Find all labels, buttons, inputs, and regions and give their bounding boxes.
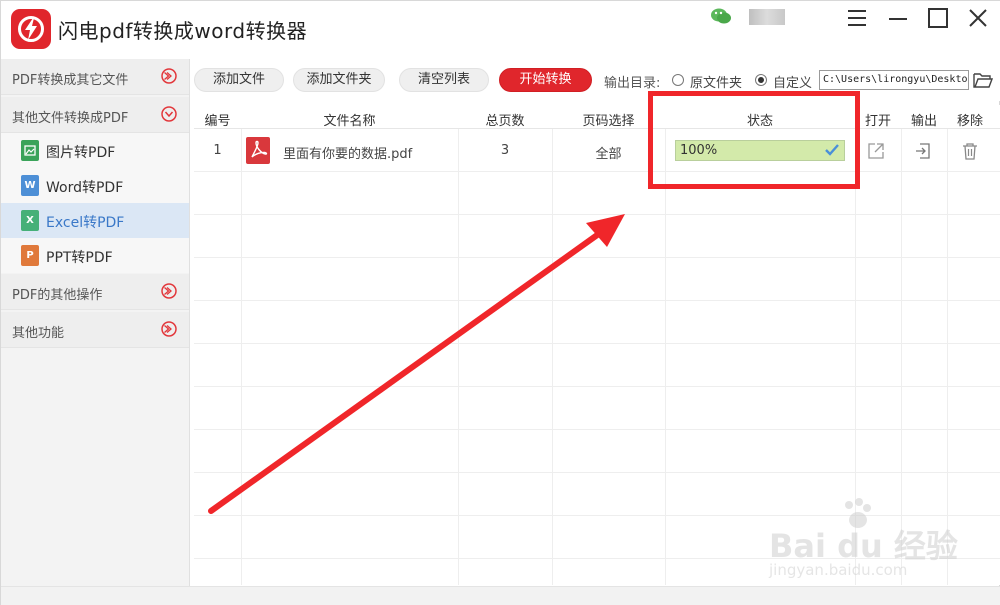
app-window: 闪电pdf转换成word转换器 PDF转换成其它文件 其他文件转换成PDF 图片… [0,0,1000,605]
watermark-url: jingyan.baidu.com [769,561,908,579]
baidu-watermark: Bai du 经验 jingyan.baidu.com [769,495,999,585]
status-strip [1,586,1000,605]
